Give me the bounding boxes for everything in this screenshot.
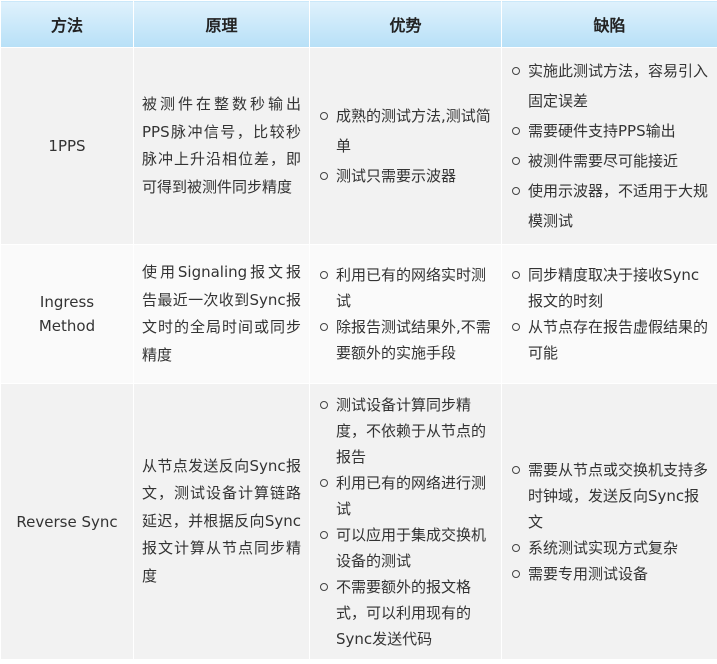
- list-item-text: 测试只需要示波器: [336, 167, 457, 185]
- circle-bullet-icon: [320, 271, 328, 279]
- circle-bullet-icon: [320, 582, 328, 591]
- circle-bullet-icon: [512, 157, 520, 165]
- circle-bullet-icon: [512, 465, 520, 474]
- advantages-cell: 测试设备计算同步精度，不依赖于从节点的报告利用已有的网络进行测试 可以应用于集成交…: [309, 383, 502, 660]
- list-item: 测试设备计算同步精度，不依赖于从节点的报告: [318, 392, 493, 470]
- table-row: Reverse Sync 从节点发送反向Sync报文，测试设备计算链路延迟，并根据…: [0, 383, 717, 660]
- circle-bullet-icon: [512, 271, 520, 279]
- list-item-text: 需要从节点或交换机支持多时钟域，发送反向Sync报文: [528, 460, 709, 531]
- circle-bullet-icon: [320, 323, 328, 331]
- circle-bullet-icon: [512, 67, 520, 75]
- header-advantages: 优势: [309, 0, 502, 48]
- list-item: 需要专用测试设备: [510, 561, 709, 587]
- circle-bullet-icon: [512, 569, 520, 578]
- list-item-text: 从节点存在报告虚假结果的可能: [528, 318, 709, 362]
- list-item-text: 需要硬件支持PPS输出: [528, 122, 676, 140]
- list-item: 可以应用于集成交换机设备的测试: [318, 522, 493, 574]
- disadvantages-cell: 同步精度取决于接收Sync报文的时刻 从节点存在报告虚假结果的可能: [501, 244, 717, 384]
- disadvantages-cell: 实施此测试方法，容易引入固定误差需要硬件支持PPS输出 被测件需要尽可能接近使用示…: [501, 47, 717, 245]
- list-item-text: 使用示波器，不适用于大规模测试: [528, 182, 709, 230]
- circle-bullet-icon: [512, 187, 520, 195]
- list-item-text: 可以应用于集成交换机设备的测试: [336, 525, 487, 570]
- list-item-text: 除报告测试结果外,不需要额外的实施手段: [336, 318, 491, 362]
- list-item: 成熟的测试方法,测试简单: [318, 101, 493, 161]
- advantages-list: 利用已有的网络实时测试 除报告测试结果外,不需要额外的实施手段: [318, 262, 493, 366]
- circle-bullet-icon: [320, 478, 328, 487]
- principle-cell: 从节点发送反向Sync报文，测试设备计算链路延迟，并根据反向Sync报文计算从节…: [133, 383, 310, 660]
- disadvantages-list: 同步精度取决于接收Sync报文的时刻 从节点存在报告虚假结果的可能: [510, 262, 709, 366]
- principle-cell: 使用Signaling报文报告最近一次收到Sync报文时的全局时间或同步精度: [133, 244, 310, 384]
- list-item: 从节点存在报告虚假结果的可能: [510, 314, 709, 366]
- method-cell: Ingress Method: [0, 244, 134, 384]
- method-cell: Reverse Sync: [0, 383, 134, 660]
- list-item-text: 同步精度取决于接收Sync报文的时刻: [528, 266, 700, 310]
- header-disadvantages: 缺陷: [501, 0, 717, 48]
- disadvantages-cell: 需要从节点或交换机支持多时钟域，发送反向Sync报文系统测试实现方式复杂 需要专用…: [501, 383, 717, 660]
- list-item: 系统测试实现方式复杂: [510, 535, 709, 561]
- list-item: 使用示波器，不适用于大规模测试: [510, 176, 709, 236]
- list-item-text: 不需要额外的报文格式，可以利用现有的Sync发送代码: [336, 577, 472, 648]
- method-cell: 1PPS: [0, 47, 134, 245]
- table-row: 1PPS 被测件在整数秒输出PPS脉冲信号，比较秒脉冲上升沿相位差，即可得到被测件…: [0, 47, 717, 245]
- list-item-text: 利用已有的网络进行测试: [336, 473, 487, 518]
- advantages-cell: 利用已有的网络实时测试 除报告测试结果外,不需要额外的实施手段: [309, 244, 502, 384]
- list-item: 实施此测试方法，容易引入固定误差: [510, 56, 709, 116]
- list-item: 除报告测试结果外,不需要额外的实施手段: [318, 314, 493, 366]
- circle-bullet-icon: [320, 400, 328, 409]
- header-method: 方法: [0, 0, 134, 48]
- circle-bullet-icon: [512, 127, 520, 135]
- list-item: 需要硬件支持PPS输出: [510, 116, 709, 146]
- list-item: 被测件需要尽可能接近: [510, 146, 709, 176]
- list-item-text: 系统测试实现方式复杂: [528, 538, 679, 557]
- list-item: 同步精度取决于接收Sync报文的时刻: [510, 262, 709, 314]
- comparison-table: 方法 原理 优势 缺陷 1PPS 被测件在整数秒输出PPS脉冲信号，比较秒脉冲上升…: [0, 0, 717, 660]
- circle-bullet-icon: [512, 323, 520, 331]
- disadvantages-list: 实施此测试方法，容易引入固定误差需要硬件支持PPS输出 被测件需要尽可能接近使用示…: [510, 56, 709, 236]
- list-item-text: 需要专用测试设备: [528, 564, 649, 583]
- circle-bullet-icon: [320, 172, 328, 180]
- list-item: 利用已有的网络进行测试: [318, 470, 493, 522]
- advantages-list: 成熟的测试方法,测试简单测试只需要示波器: [318, 101, 493, 191]
- list-item-text: 成熟的测试方法,测试简单: [336, 107, 491, 155]
- table-row: Ingress Method 使用Signaling报文报告最近一次收到Sync报…: [0, 244, 717, 384]
- list-item: 测试只需要示波器: [318, 161, 493, 191]
- circle-bullet-icon: [320, 530, 328, 539]
- list-item: 不需要额外的报文格式，可以利用现有的Sync发送代码: [318, 574, 493, 652]
- principle-cell: 被测件在整数秒输出PPS脉冲信号，比较秒脉冲上升沿相位差，即可得到被测件同步精度: [133, 47, 310, 245]
- advantages-list: 测试设备计算同步精度，不依赖于从节点的报告利用已有的网络进行测试 可以应用于集成交…: [318, 392, 493, 652]
- disadvantages-list: 需要从节点或交换机支持多时钟域，发送反向Sync报文系统测试实现方式复杂 需要专用…: [510, 457, 709, 587]
- list-item-text: 测试设备计算同步精度，不依赖于从节点的报告: [336, 395, 487, 466]
- list-item-text: 实施此测试方法，容易引入固定误差: [528, 62, 709, 110]
- circle-bullet-icon: [320, 112, 328, 120]
- header-row: 方法 原理 优势 缺陷: [0, 0, 717, 48]
- circle-bullet-icon: [512, 543, 520, 552]
- list-item-text: 利用已有的网络实时测试: [336, 266, 487, 310]
- advantages-cell: 成熟的测试方法,测试简单测试只需要示波器: [309, 47, 502, 245]
- header-principle: 原理: [133, 0, 310, 48]
- list-item: 利用已有的网络实时测试: [318, 262, 493, 314]
- list-item-text: 被测件需要尽可能接近: [528, 152, 679, 170]
- list-item: 需要从节点或交换机支持多时钟域，发送反向Sync报文: [510, 457, 709, 535]
